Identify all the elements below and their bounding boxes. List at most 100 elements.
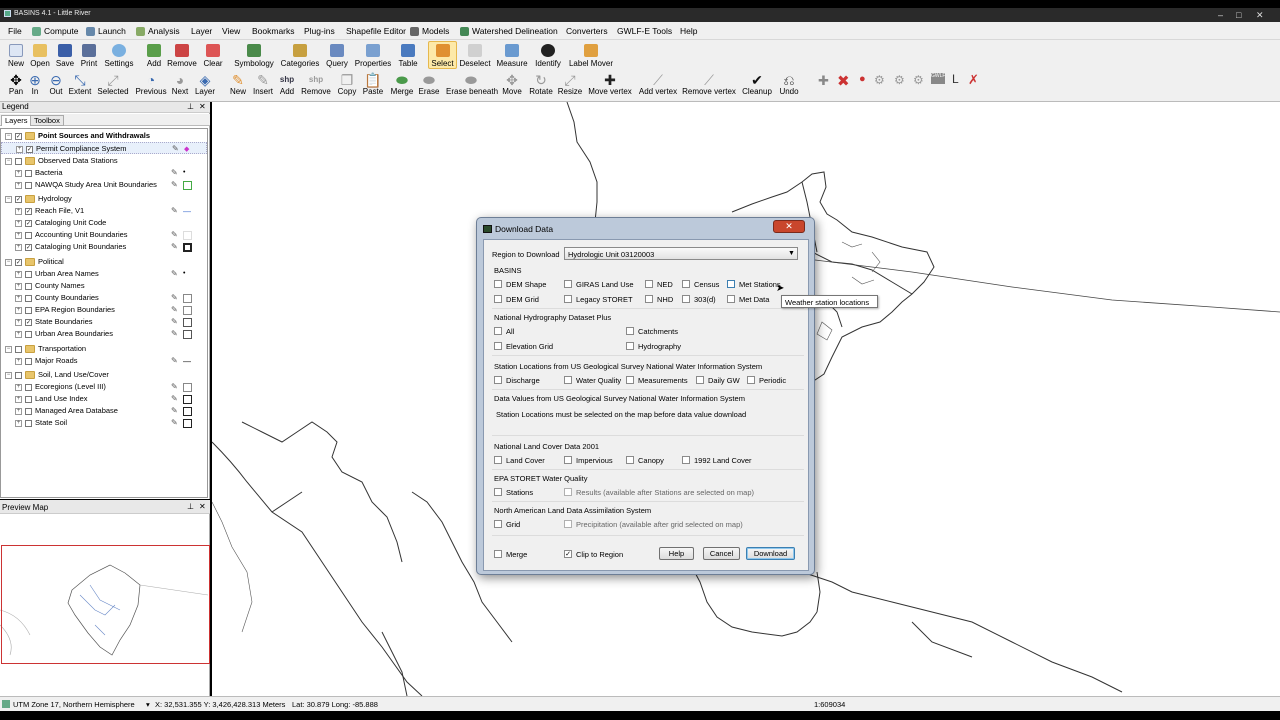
- group-checkbox[interactable]: ✓: [15, 133, 22, 140]
- elevation-grid-checkbox[interactable]: [494, 342, 502, 350]
- census-checkbox[interactable]: [682, 280, 690, 288]
- layer-checkbox[interactable]: [25, 182, 32, 189]
- group-transportation[interactable]: − Transportation: [1, 343, 207, 355]
- hydrography-checkbox[interactable]: [626, 342, 634, 350]
- clip-to-region-checkbox[interactable]: ✓: [564, 550, 572, 558]
- water-quality-checkbox[interactable]: [564, 376, 572, 384]
- menu-analysis[interactable]: Analysis: [136, 26, 180, 36]
- layer-urban-area-boundaries[interactable]: + Urban Area Boundaries ✎: [1, 328, 207, 340]
- expander-icon[interactable]: +: [15, 244, 22, 251]
- layer-epa-region-boundaries[interactable]: + EPA Region Boundaries ✎: [1, 304, 207, 316]
- close-window-icon[interactable]: ✕: [1256, 10, 1264, 21]
- layer-checkbox[interactable]: [25, 358, 32, 365]
- canopy-checkbox[interactable]: [626, 456, 634, 464]
- region-select[interactable]: Hydrologic Unit 03120003 ▼: [564, 247, 798, 260]
- menu-compute[interactable]: Compute: [32, 26, 79, 36]
- edit-pencil-icon[interactable]: ✎: [171, 418, 178, 427]
- expander-icon[interactable]: −: [5, 158, 12, 165]
- edit-pencil-icon[interactable]: ✎: [171, 230, 178, 239]
- layer-ecoregions[interactable]: + Ecoregions (Level III) ✎: [1, 381, 207, 393]
- expander-icon[interactable]: −: [5, 372, 12, 379]
- menu-plugins[interactable]: Plug-ins: [304, 26, 335, 36]
- giras-checkbox[interactable]: [564, 280, 572, 288]
- tool-red-cross-icon[interactable]: ✗: [968, 72, 979, 88]
- layer-checkbox[interactable]: [25, 170, 32, 177]
- group-observed-data[interactable]: − Observed Data Stations: [1, 155, 207, 167]
- catchments-checkbox[interactable]: [626, 327, 634, 335]
- merge-checkbox[interactable]: [494, 550, 502, 558]
- land-cover-checkbox[interactable]: [494, 456, 502, 464]
- expander-icon[interactable]: +: [15, 396, 22, 403]
- maximize-icon[interactable]: □: [1236, 10, 1241, 20]
- layer-state-boundaries[interactable]: + ✓ State Boundaries ✎: [1, 316, 207, 328]
- remove-vertex-button[interactable]: ⟋ Remove vertex: [682, 73, 736, 96]
- tab-layers[interactable]: Layers: [1, 115, 32, 126]
- land-cover-1992-checkbox[interactable]: [682, 456, 690, 464]
- layer-checkbox[interactable]: [25, 295, 32, 302]
- edit-pencil-icon[interactable]: ✎: [171, 317, 178, 326]
- layer-bacteria[interactable]: + Bacteria ✎ •: [1, 167, 207, 179]
- expander-icon[interactable]: −: [5, 133, 12, 140]
- edit-pencil-icon[interactable]: ✎: [171, 269, 178, 278]
- edit-pencil-icon[interactable]: ✎: [171, 242, 178, 251]
- remove-layer-button[interactable]: Remove: [165, 44, 199, 68]
- nhd-checkbox[interactable]: [645, 295, 653, 303]
- layer-checkbox[interactable]: ✓: [25, 244, 32, 251]
- edit-pencil-icon[interactable]: ✎: [171, 394, 178, 403]
- edit-pencil-icon[interactable]: ✎: [171, 356, 178, 365]
- layer-checkbox[interactable]: [25, 307, 32, 314]
- tool-l-icon[interactable]: L: [952, 72, 959, 86]
- expander-icon[interactable]: +: [15, 232, 22, 239]
- measure-button[interactable]: Measure: [495, 44, 529, 68]
- layer-checkbox[interactable]: ✓: [25, 208, 32, 215]
- erase-button[interactable]: ⬬ Erase: [412, 73, 446, 96]
- extent-button[interactable]: ⤡ Extent: [63, 73, 97, 96]
- cancel-button[interactable]: Cancel: [703, 547, 740, 560]
- layer-reach-file[interactable]: + ✓ Reach File, V1 ✎ —: [1, 205, 207, 217]
- layer-cataloging-unit-boundaries[interactable]: + ✓ Cataloging Unit Boundaries ✎: [1, 241, 207, 253]
- layer-nawqa[interactable]: + NAWQA Study Area Unit Boundaries ✎: [1, 179, 207, 191]
- projection-label[interactable]: UTM Zone 17, Northern Hemisphere: [13, 700, 135, 709]
- layer-cataloging-unit-code[interactable]: + ✓ Cataloging Unit Code: [1, 217, 207, 229]
- layer-managed-area[interactable]: + Managed Area Database ✎: [1, 405, 207, 417]
- expander-icon[interactable]: +: [15, 319, 22, 326]
- tool-gear-3-icon[interactable]: ⚙: [913, 73, 924, 87]
- menu-watershed-delineation[interactable]: Watershed Delineation: [460, 26, 558, 36]
- categories-button[interactable]: Categories: [279, 44, 321, 68]
- edit-pencil-icon[interactable]: ✎: [171, 305, 178, 314]
- pin-icon[interactable]: ⊥: [187, 502, 194, 511]
- met-data-checkbox[interactable]: [727, 295, 735, 303]
- tool-cross-icon[interactable]: ✚: [818, 73, 829, 89]
- layer-state-soil[interactable]: + State Soil ✎: [1, 417, 207, 429]
- group-checkbox[interactable]: ✓: [15, 259, 22, 266]
- expander-icon[interactable]: +: [15, 295, 22, 302]
- menu-converters[interactable]: Converters: [566, 26, 608, 36]
- group-point-sources[interactable]: − ✓ Point Sources and Withdrawals: [1, 130, 207, 142]
- layer-permit-compliance[interactable]: + ✓ Permit Compliance System ✎ ◆: [1, 142, 207, 154]
- layer-checkbox[interactable]: [25, 283, 32, 290]
- storet-stations-checkbox[interactable]: [494, 488, 502, 496]
- edit-pencil-icon[interactable]: ✎: [171, 406, 178, 415]
- precipitation-checkbox[interactable]: [564, 520, 572, 528]
- tool-gear-2-icon[interactable]: ⚙: [894, 73, 905, 87]
- layer-county-boundaries[interactable]: + County Boundaries ✎: [1, 292, 207, 304]
- layer-checkbox[interactable]: [25, 384, 32, 391]
- layer-land-use-index[interactable]: + Land Use Index ✎: [1, 393, 207, 405]
- group-hydrology[interactable]: − ✓ Hydrology: [1, 193, 207, 205]
- remove-shape-button[interactable]: shp Remove: [299, 73, 333, 96]
- nldas-grid-checkbox[interactable]: [494, 520, 502, 528]
- impervious-checkbox[interactable]: [564, 456, 572, 464]
- tab-toolbox[interactable]: Toolbox: [30, 115, 64, 126]
- measurements-checkbox[interactable]: [626, 376, 634, 384]
- settings-button[interactable]: Settings: [99, 44, 139, 68]
- move-vertex-button[interactable]: ✚ Move vertex: [587, 73, 633, 96]
- projection-dropdown-icon[interactable]: ▾: [146, 700, 150, 709]
- group-soil-land-use[interactable]: − Soil, Land Use/Cover: [1, 369, 207, 381]
- expander-icon[interactable]: +: [15, 220, 22, 227]
- met-stations-checkbox[interactable]: [727, 280, 735, 288]
- expander-icon[interactable]: +: [15, 208, 22, 215]
- legacy-storet-checkbox[interactable]: [564, 295, 572, 303]
- cleanup-button[interactable]: ✔ Cleanup: [740, 73, 774, 96]
- add-vertex-button[interactable]: ⟋ Add vertex: [636, 73, 680, 96]
- edit-pencil-icon[interactable]: ✎: [171, 329, 178, 338]
